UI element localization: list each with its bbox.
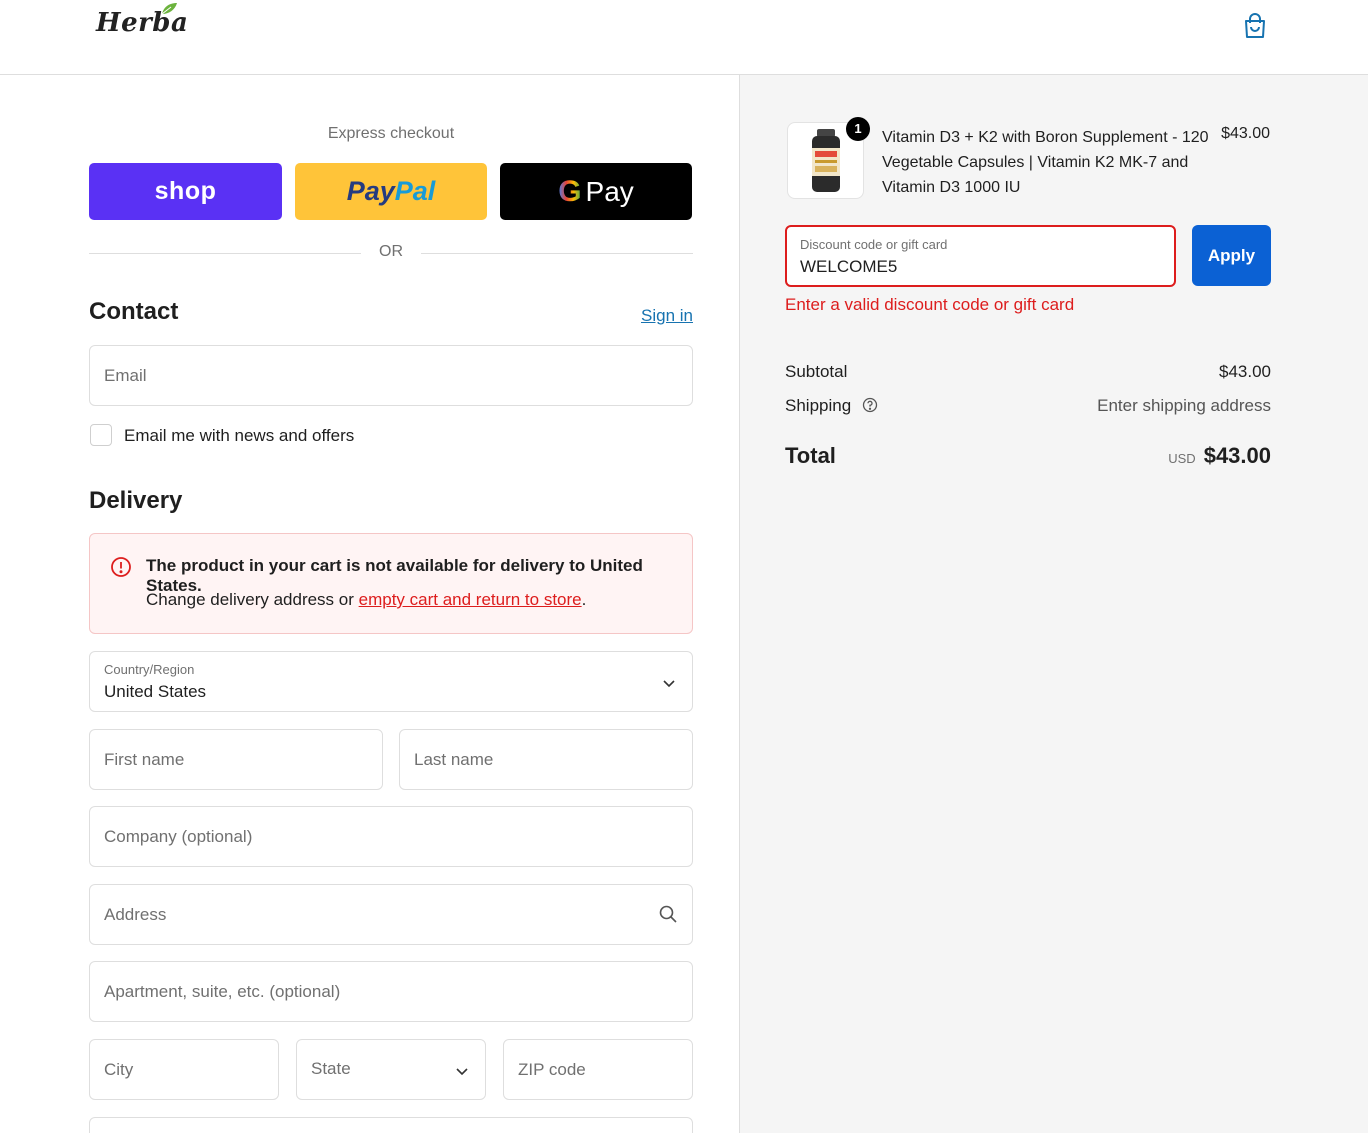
alert-circle-icon — [111, 557, 131, 577]
express-checkout-title: Express checkout — [327, 125, 455, 142]
product-price: $43.00 — [1221, 125, 1270, 142]
google-pay-button[interactable]: G Pay — [500, 163, 692, 220]
shop-pay-button[interactable]: shop — [89, 163, 282, 220]
shipping-value: Enter shipping address — [1097, 396, 1271, 415]
total-value: $43.00 — [1203, 443, 1271, 468]
country-select[interactable]: Country/Region United States — [89, 651, 693, 712]
apartment-placeholder: Apartment, suite, etc. (optional) — [104, 982, 341, 1001]
subtotal-value: $43.00 — [1219, 362, 1271, 381]
shipping-label: Shipping — [785, 396, 852, 415]
city-placeholder: City — [104, 1060, 134, 1079]
help-circle-icon[interactable] — [862, 397, 878, 413]
quantity-badge: 1 — [846, 117, 870, 141]
paypal-label-pay: Pay — [346, 176, 395, 206]
state-placeholder: State — [311, 1059, 351, 1078]
country-value: United States — [104, 682, 207, 701]
last-name-placeholder: Last name — [414, 750, 494, 769]
alert-body: Change delivery address or — [146, 590, 359, 609]
order-summary: 1 Vitamin D3 + K2 with Boron Supplement … — [739, 75, 1368, 1133]
product-name: Vitamin D3 + K2 with Boron Supplement - … — [882, 129, 1209, 196]
zip-field[interactable]: ZIP code — [503, 1039, 693, 1100]
city-field[interactable]: City — [89, 1039, 279, 1100]
shopping-bag-icon[interactable] — [1240, 11, 1270, 41]
phone-field[interactable] — [89, 1117, 693, 1133]
last-name-field[interactable]: Last name — [399, 729, 693, 790]
delivery-title: Delivery — [89, 487, 183, 514]
shipping-row: Shipping Enter shipping address — [785, 396, 1271, 416]
country-label: Country/Region — [104, 662, 195, 677]
leaf-icon — [161, 3, 177, 15]
state-select[interactable]: State — [296, 1039, 486, 1100]
total-label: Total — [785, 443, 836, 468]
subtotal-row: Subtotal $43.00 — [785, 362, 1271, 382]
paypal-button[interactable]: Pay Pal — [295, 163, 487, 220]
chevron-down-icon — [456, 1068, 468, 1076]
newsletter-checkbox[interactable] — [90, 424, 112, 446]
google-g-icon: G — [558, 174, 582, 208]
newsletter-label: Email me with news and offers — [124, 426, 355, 445]
search-icon[interactable] — [658, 904, 678, 924]
shop-pay-label: shop — [154, 177, 217, 205]
paypal-label-pal: Pal — [394, 176, 436, 206]
first-name-field[interactable]: First name — [89, 729, 383, 790]
alert-text: Change delivery address or empty cart an… — [146, 590, 586, 610]
zip-placeholder: ZIP code — [518, 1060, 586, 1079]
discount-code-field[interactable]: Discount code or gift card WELCOME5 — [785, 225, 1176, 287]
total-row: Total USD $43.00 — [785, 443, 1271, 469]
google-pay-label: Pay — [585, 175, 634, 207]
email-placeholder: Email — [104, 366, 147, 385]
company-field[interactable]: Company (optional) — [89, 806, 693, 867]
or-text: OR — [361, 243, 421, 261]
address-placeholder: Address — [104, 905, 167, 924]
apply-discount-button[interactable]: Apply — [1192, 225, 1271, 286]
herba-logo[interactable]: Herba — [96, 3, 188, 38]
total-currency: USD — [1168, 451, 1196, 466]
header: Herba — [0, 0, 1368, 75]
alert-end: . — [581, 590, 587, 609]
delivery-error-banner: The product in your cart is not availabl… — [89, 533, 693, 634]
chevron-down-icon — [663, 680, 675, 688]
subtotal-label: Subtotal — [785, 362, 848, 381]
address-field[interactable]: Address — [89, 884, 693, 945]
email-field[interactable]: Email — [89, 345, 693, 406]
empty-cart-link[interactable]: empty cart and return to store — [359, 590, 582, 609]
apartment-field[interactable]: Apartment, suite, etc. (optional) — [89, 961, 693, 1022]
discount-value: WELCOME5 — [800, 257, 898, 276]
sign-in-link[interactable]: Sign in — [641, 306, 693, 326]
discount-error-text: Enter a valid discount code or gift card — [785, 295, 1075, 314]
checkout-form: Express checkout shop Pay Pal G Pay OR Co… — [0, 75, 739, 1133]
contact-title: Contact — [89, 298, 179, 325]
company-placeholder: Company (optional) — [104, 827, 253, 846]
discount-label: Discount code or gift card — [800, 237, 948, 252]
first-name-placeholder: First name — [104, 750, 185, 769]
